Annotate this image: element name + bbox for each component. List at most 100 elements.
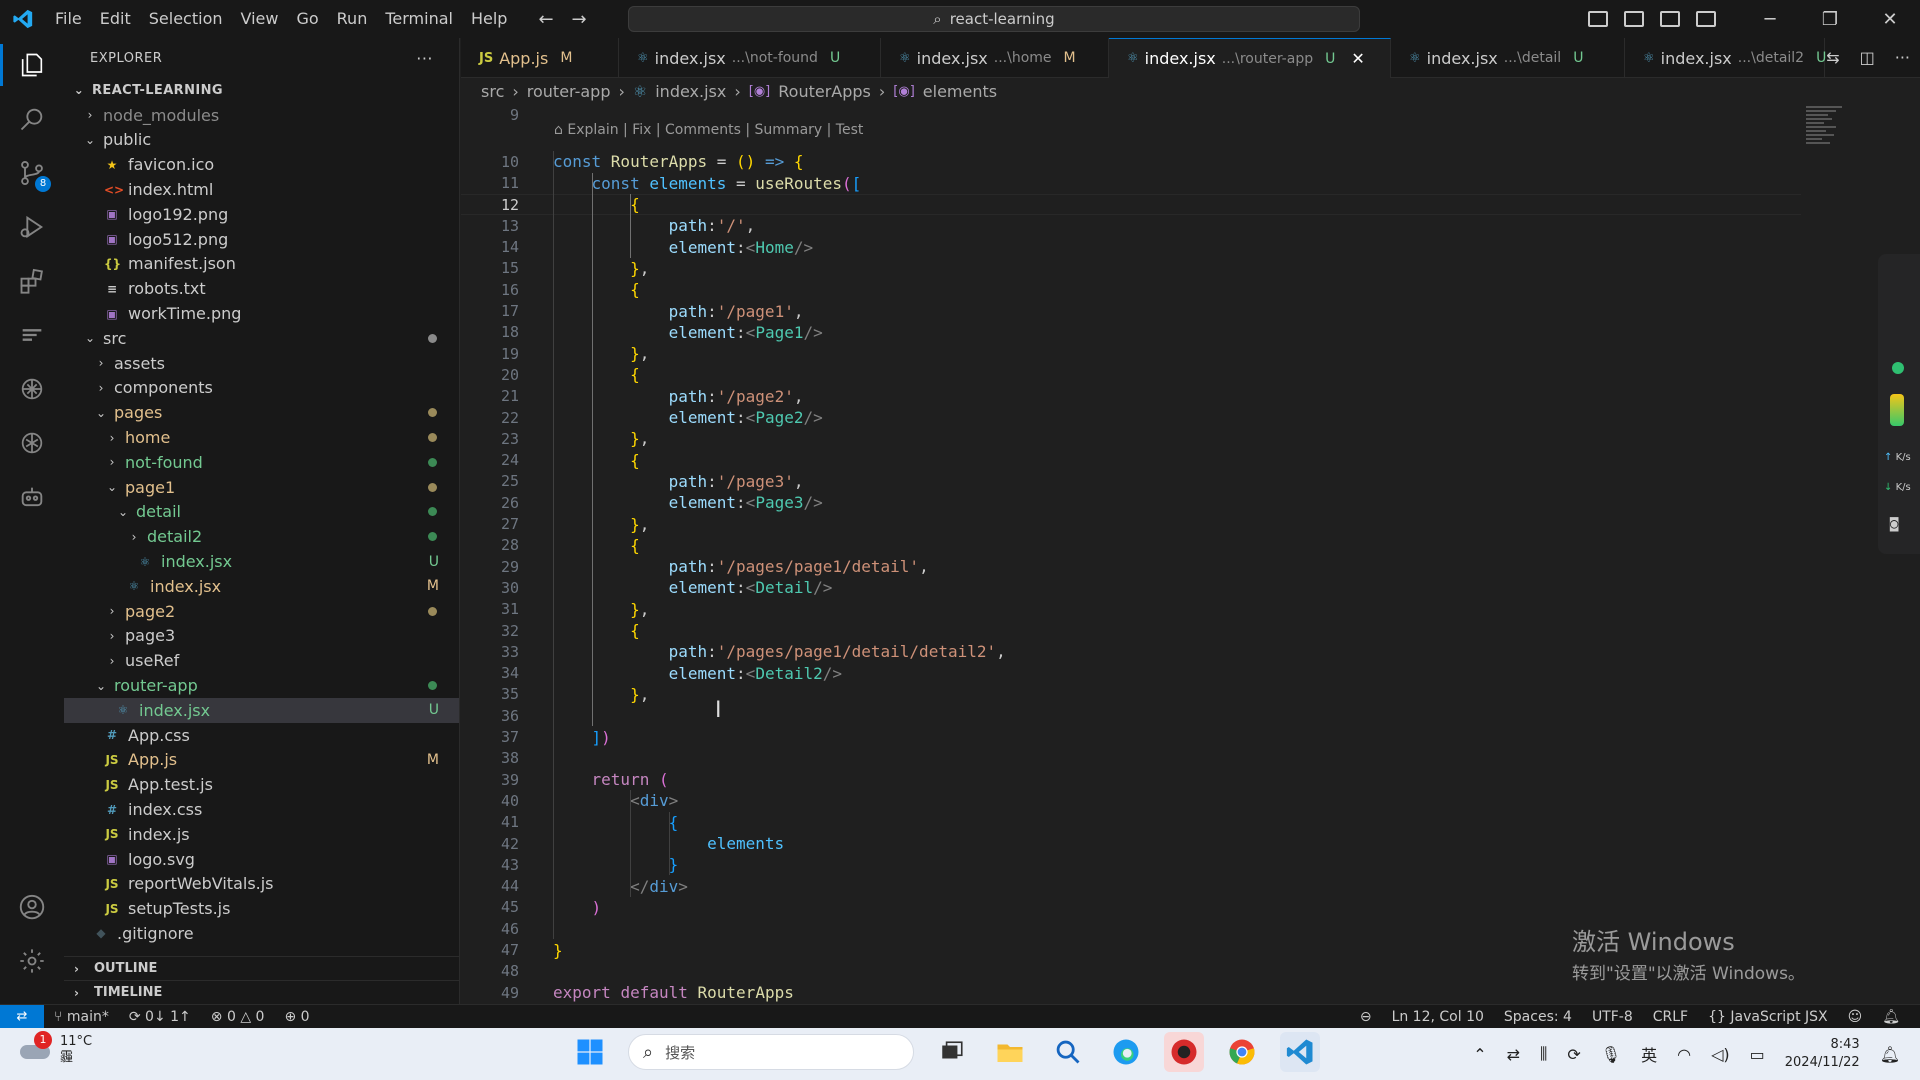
git-sync[interactable]: ⟳ 0↓ 1↑: [119, 1009, 201, 1025]
editor-tab[interactable]: ⚛ index.jsx ...\not-found U: [619, 38, 881, 78]
menu-edit[interactable]: Edit: [91, 0, 140, 38]
tree-folder[interactable]: ⌄ pages: [64, 400, 459, 425]
search-app-icon[interactable]: [1048, 1032, 1088, 1072]
editor-tab[interactable]: JS App.js M: [461, 38, 619, 78]
tree-folder[interactable]: › assets: [64, 351, 459, 376]
tree-file[interactable]: ▣ logo192.png: [64, 202, 459, 227]
close-tab-icon[interactable]: ✕: [1351, 49, 1364, 68]
explorer-icon[interactable]: [0, 38, 64, 92]
tree-file[interactable]: ▣ logo.svg: [64, 847, 459, 872]
notifications-bell-icon[interactable]: 🔔︎: [1872, 1009, 1910, 1025]
breadcrumb-item[interactable]: router-app: [527, 82, 611, 101]
editor-tab[interactable]: ⚛ index.jsx ...\home M: [881, 38, 1109, 78]
chatgpt-icon[interactable]: [0, 416, 64, 470]
minimize-button[interactable]: ─: [1740, 0, 1800, 38]
menu-file[interactable]: File: [46, 0, 91, 38]
restore-button[interactable]: ❐: [1800, 0, 1860, 38]
compare-changes-icon[interactable]: ⇆: [1826, 48, 1839, 67]
menu-selection[interactable]: Selection: [140, 0, 232, 38]
tree-folder[interactable]: › components: [64, 376, 459, 401]
menu-terminal[interactable]: Terminal: [376, 0, 462, 38]
tree-file[interactable]: JS index.js: [64, 822, 459, 847]
tree-file[interactable]: # App.css: [64, 723, 459, 748]
tree-folder[interactable]: › node_modules: [64, 103, 459, 128]
recording-app-icon[interactable]: [1164, 1032, 1204, 1072]
breadcrumb-item[interactable]: RouterApps: [778, 82, 871, 101]
breadcrumb-item[interactable]: elements: [923, 82, 997, 101]
openai-icon[interactable]: [0, 362, 64, 416]
tree-folder[interactable]: › page3: [64, 624, 459, 649]
tree-file[interactable]: JS App.js M: [64, 748, 459, 773]
split-editor-icon[interactable]: ◫: [1860, 48, 1875, 67]
tree-file[interactable]: JS setupTests.js: [64, 896, 459, 921]
copilot-lines-icon[interactable]: [0, 308, 64, 362]
breadcrumb-item[interactable]: index.jsx: [655, 82, 726, 101]
menu-help[interactable]: Help: [462, 0, 516, 38]
camera-icon[interactable]: ◙: [1890, 516, 1898, 532]
menu-run[interactable]: Run: [328, 0, 377, 38]
editor-tab[interactable]: ⚛ index.jsx ...\router-app U ✕: [1109, 38, 1391, 78]
speaker-icon[interactable]: ◁): [1711, 1045, 1730, 1064]
chrome-browser-icon[interactable]: [1222, 1032, 1262, 1072]
source-control-icon[interactable]: 8: [0, 146, 64, 200]
windows-start-icon[interactable]: [570, 1032, 610, 1072]
file-explorer-icon[interactable]: [990, 1032, 1030, 1072]
editor-tab[interactable]: ⚛ index.jsx ...\detail2 U: [1625, 38, 1826, 78]
codelens-actions[interactable]: Explain | Fix | Comments | Summary | Tes…: [567, 122, 863, 138]
tree-folder[interactable]: › home: [64, 425, 459, 450]
outline-section[interactable]: › OUTLINE: [64, 956, 460, 980]
tree-file[interactable]: JS reportWebVitals.js: [64, 872, 459, 897]
toggle-primary-sidebar-icon[interactable]: [1588, 11, 1608, 27]
tree-folder[interactable]: ⌄ src: [64, 326, 459, 351]
zoom-icon[interactable]: ⊖: [1350, 1009, 1382, 1025]
forward-arrow-icon[interactable]: →: [572, 9, 587, 30]
ports[interactable]: ⊕ 0: [274, 1009, 319, 1025]
tree-file[interactable]: ≡ robots.txt: [64, 276, 459, 301]
toggle-secondary-sidebar-icon[interactable]: [1660, 11, 1680, 27]
show-hidden-icons-icon[interactable]: ⌃: [1473, 1045, 1486, 1064]
command-center-search[interactable]: ⌕ react-learning: [628, 6, 1360, 32]
git-branch[interactable]: ⑂ main*: [44, 1009, 119, 1025]
cursor-position[interactable]: Ln 12, Col 10: [1382, 1009, 1494, 1025]
encoding[interactable]: UTF-8: [1582, 1009, 1643, 1025]
extensions-icon[interactable]: [0, 254, 64, 308]
menu-go[interactable]: Go: [287, 0, 327, 38]
copilot-icon[interactable]: ☺: [1838, 1009, 1873, 1025]
breadcrumb-item[interactable]: src: [481, 82, 504, 101]
remote-icon[interactable]: ⇄: [0, 1004, 44, 1029]
search-icon[interactable]: [0, 92, 64, 146]
signal-bars-icon[interactable]: ⫼: [1540, 1044, 1547, 1064]
ime-indicator[interactable]: 英: [1641, 1042, 1657, 1066]
tree-file[interactable]: {} manifest.json: [64, 252, 459, 277]
back-arrow-icon[interactable]: ←: [538, 9, 553, 30]
tree-file[interactable]: # index.css: [64, 797, 459, 822]
tree-folder[interactable]: › detail2: [64, 524, 459, 549]
editor-tab[interactable]: ⚛ index.jsx ...\detail U: [1391, 38, 1625, 78]
tree-folder[interactable]: › not-found: [64, 450, 459, 475]
robot-icon[interactable]: [0, 470, 64, 524]
clock[interactable]: 8:43 2024/11/22: [1785, 1036, 1860, 1072]
notification-center-icon[interactable]: 🔔︎: [1880, 1045, 1900, 1064]
settings-gear-icon[interactable]: [0, 934, 64, 988]
tree-folder[interactable]: › useRef: [64, 648, 459, 673]
tree-folder[interactable]: ⌄ page1: [64, 475, 459, 500]
tree-file[interactable]: ▣ workTime.png: [64, 301, 459, 326]
problems[interactable]: ⊗ 0 △ 0: [201, 1009, 275, 1025]
tree-file[interactable]: <> index.html: [64, 177, 459, 202]
menu-view[interactable]: View: [232, 0, 288, 38]
wifi-icon[interactable]: ◠: [1677, 1045, 1691, 1064]
indentation[interactable]: Spaces: 4: [1494, 1009, 1582, 1025]
timeline-section[interactable]: › TIMELINE: [64, 980, 460, 1004]
close-window-button[interactable]: ✕: [1860, 0, 1920, 38]
vscode-taskbar-icon[interactable]: [1280, 1032, 1320, 1072]
edge-browser-icon[interactable]: [1106, 1032, 1146, 1072]
more-actions-icon[interactable]: ···: [416, 49, 433, 68]
tree-file[interactable]: ◆ .gitignore: [64, 921, 459, 946]
language-mode[interactable]: {} JavaScript JSX: [1698, 1009, 1838, 1025]
battery-icon[interactable]: ▭: [1750, 1045, 1765, 1064]
workspace-root[interactable]: ⌄ REACT-LEARNING: [64, 78, 459, 103]
line-ending[interactable]: CRLF: [1643, 1009, 1698, 1025]
sync-icon[interactable]: ⟳: [1567, 1045, 1580, 1064]
taskbar-search-box[interactable]: ⌕ 搜索: [628, 1034, 914, 1070]
tree-folder[interactable]: › page2: [64, 599, 459, 624]
